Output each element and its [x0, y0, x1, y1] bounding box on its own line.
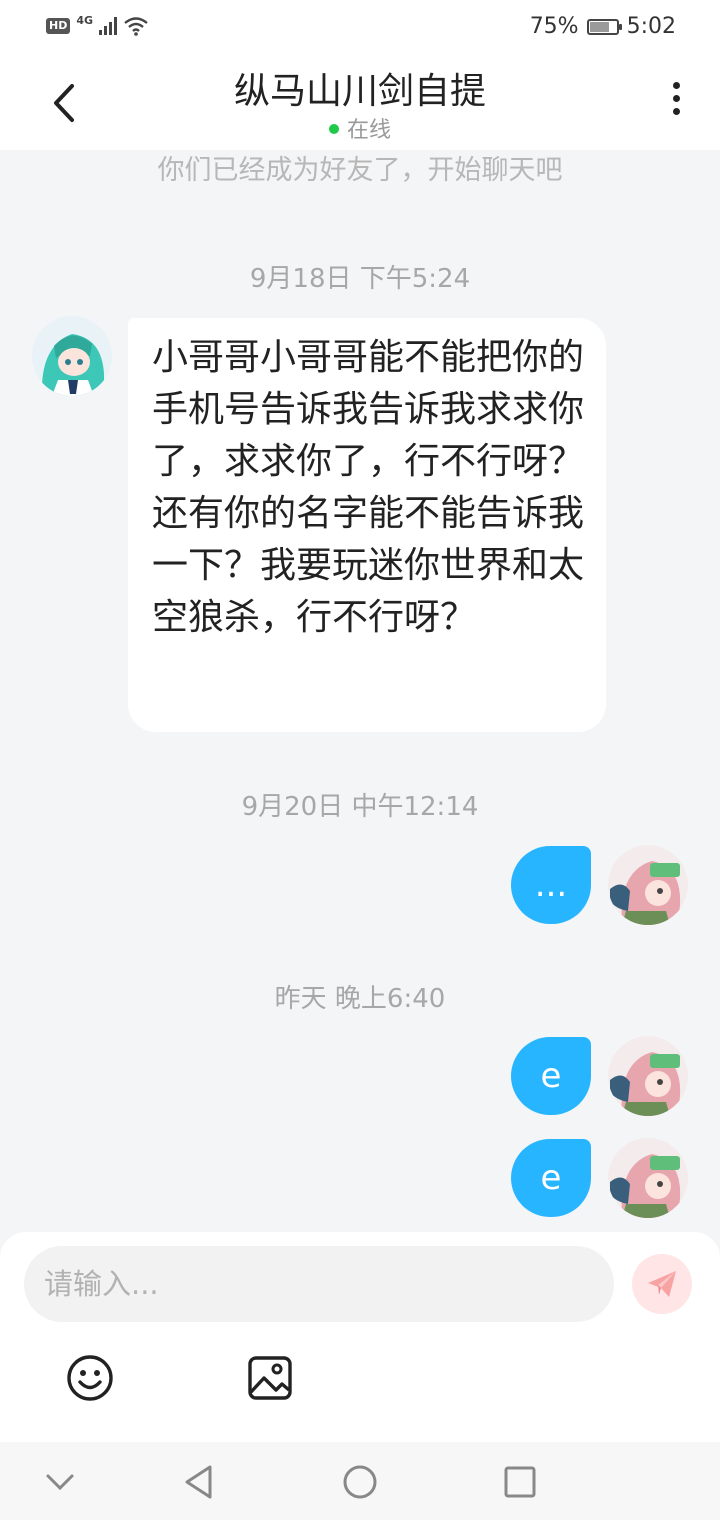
back-triangle-icon [185, 1465, 212, 1499]
outgoing-message-text: e [540, 1056, 562, 1096]
outgoing-message-text: e [540, 1158, 562, 1198]
my-avatar[interactable] [608, 1138, 688, 1218]
status-bar: HD 4G 75% 5:02 [0, 0, 720, 56]
more-vertical-icon [666, 82, 686, 115]
timestamp: 9月18日 下午5:24 [249, 264, 471, 294]
emoji-button[interactable] [64, 1352, 116, 1404]
outgoing-message-bubble[interactable]: ... [511, 846, 591, 924]
nav-home-button[interactable] [340, 1462, 380, 1502]
timestamp: 9月20日 中午12:14 [241, 792, 479, 822]
chevron-down-icon [46, 1474, 74, 1491]
system-notice: 你们已经成为好友了，开始聊天吧 [157, 155, 563, 186]
my-avatar[interactable] [608, 1036, 688, 1116]
battery-percent: 75% [529, 14, 579, 39]
avatar-image [608, 845, 688, 925]
input-panel [0, 1232, 720, 1442]
contact-avatar[interactable] [32, 316, 112, 396]
signal-icon [99, 17, 118, 35]
nav-recents-button[interactable] [500, 1462, 540, 1502]
recents-square-icon [504, 1466, 536, 1498]
battery-icon [586, 18, 622, 35]
paper-plane-icon [648, 1271, 676, 1297]
timestamp: 昨天 晚上6:40 [274, 984, 446, 1014]
avatar-image [608, 1036, 688, 1116]
outgoing-message-bubble[interactable]: e [511, 1139, 591, 1217]
status-right: 75% 5:02 [530, 14, 676, 39]
avatar-image [608, 1138, 688, 1218]
online-status-label: 在线 [346, 118, 391, 143]
hide-nav-button[interactable] [40, 1462, 80, 1502]
my-avatar[interactable] [608, 845, 688, 925]
avatar-image [32, 316, 112, 396]
smiley-face-icon [67, 1355, 113, 1401]
status-left: HD 4G [46, 13, 149, 36]
network-type: 4G [76, 13, 94, 27]
more-options-button[interactable] [666, 82, 686, 122]
system-nav-bar [0, 1442, 720, 1520]
nav-back-button[interactable] [180, 1462, 220, 1502]
contact-name: 纵马山川剑自提 [233, 71, 486, 112]
outgoing-message-bubble[interactable]: e [511, 1037, 591, 1115]
image-icon [248, 1356, 292, 1400]
chat-header: 纵马山川剑自提 在线 [0, 56, 720, 150]
incoming-message-bubble[interactable]: 小哥哥小哥哥能不能把你的手机号告诉我告诉我求求你了，求求你了，行不行呀？还有你的… [128, 318, 606, 732]
battery-level [589, 21, 610, 32]
wifi-icon [124, 17, 148, 36]
online-dot-icon [328, 124, 339, 134]
home-circle-icon [343, 1465, 377, 1499]
image-button[interactable] [244, 1352, 296, 1404]
message-input[interactable] [24, 1246, 614, 1322]
send-button[interactable] [632, 1254, 692, 1314]
online-status: 在线 [0, 112, 720, 144]
outgoing-message-text: ... [534, 865, 568, 905]
hd-badge: HD [46, 18, 71, 34]
clock: 5:02 [626, 14, 676, 39]
